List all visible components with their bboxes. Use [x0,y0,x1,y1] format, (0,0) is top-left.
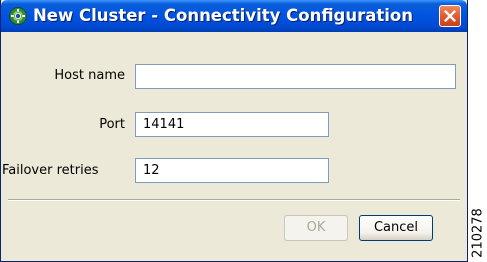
ok-button[interactable]: OK [284,215,348,241]
host-name-input[interactable] [135,64,456,89]
button-divider [8,199,460,201]
cancel-button[interactable]: Cancel [359,215,433,241]
port-input[interactable] [135,112,329,137]
title-bar[interactable]: New Cluster - Connectivity Configuration [1,0,467,32]
failover-retries-label: Failover retries [2,163,99,178]
dialog-title: New Cluster - Connectivity Configuration [33,6,413,25]
dialog-body: Host name Port Failover retries OK Cance… [1,32,467,261]
figure-id-text: 210278 [470,207,486,258]
cluster-gear-icon [9,7,27,25]
close-icon [444,10,456,22]
host-name-label: Host name [54,68,125,83]
figure-id-label: 210278 [469,203,487,262]
failover-retries-input[interactable] [135,158,329,183]
port-label: Port [99,117,125,132]
dialog-window: New Cluster - Connectivity Configuration… [0,0,468,262]
close-button[interactable] [439,5,461,27]
